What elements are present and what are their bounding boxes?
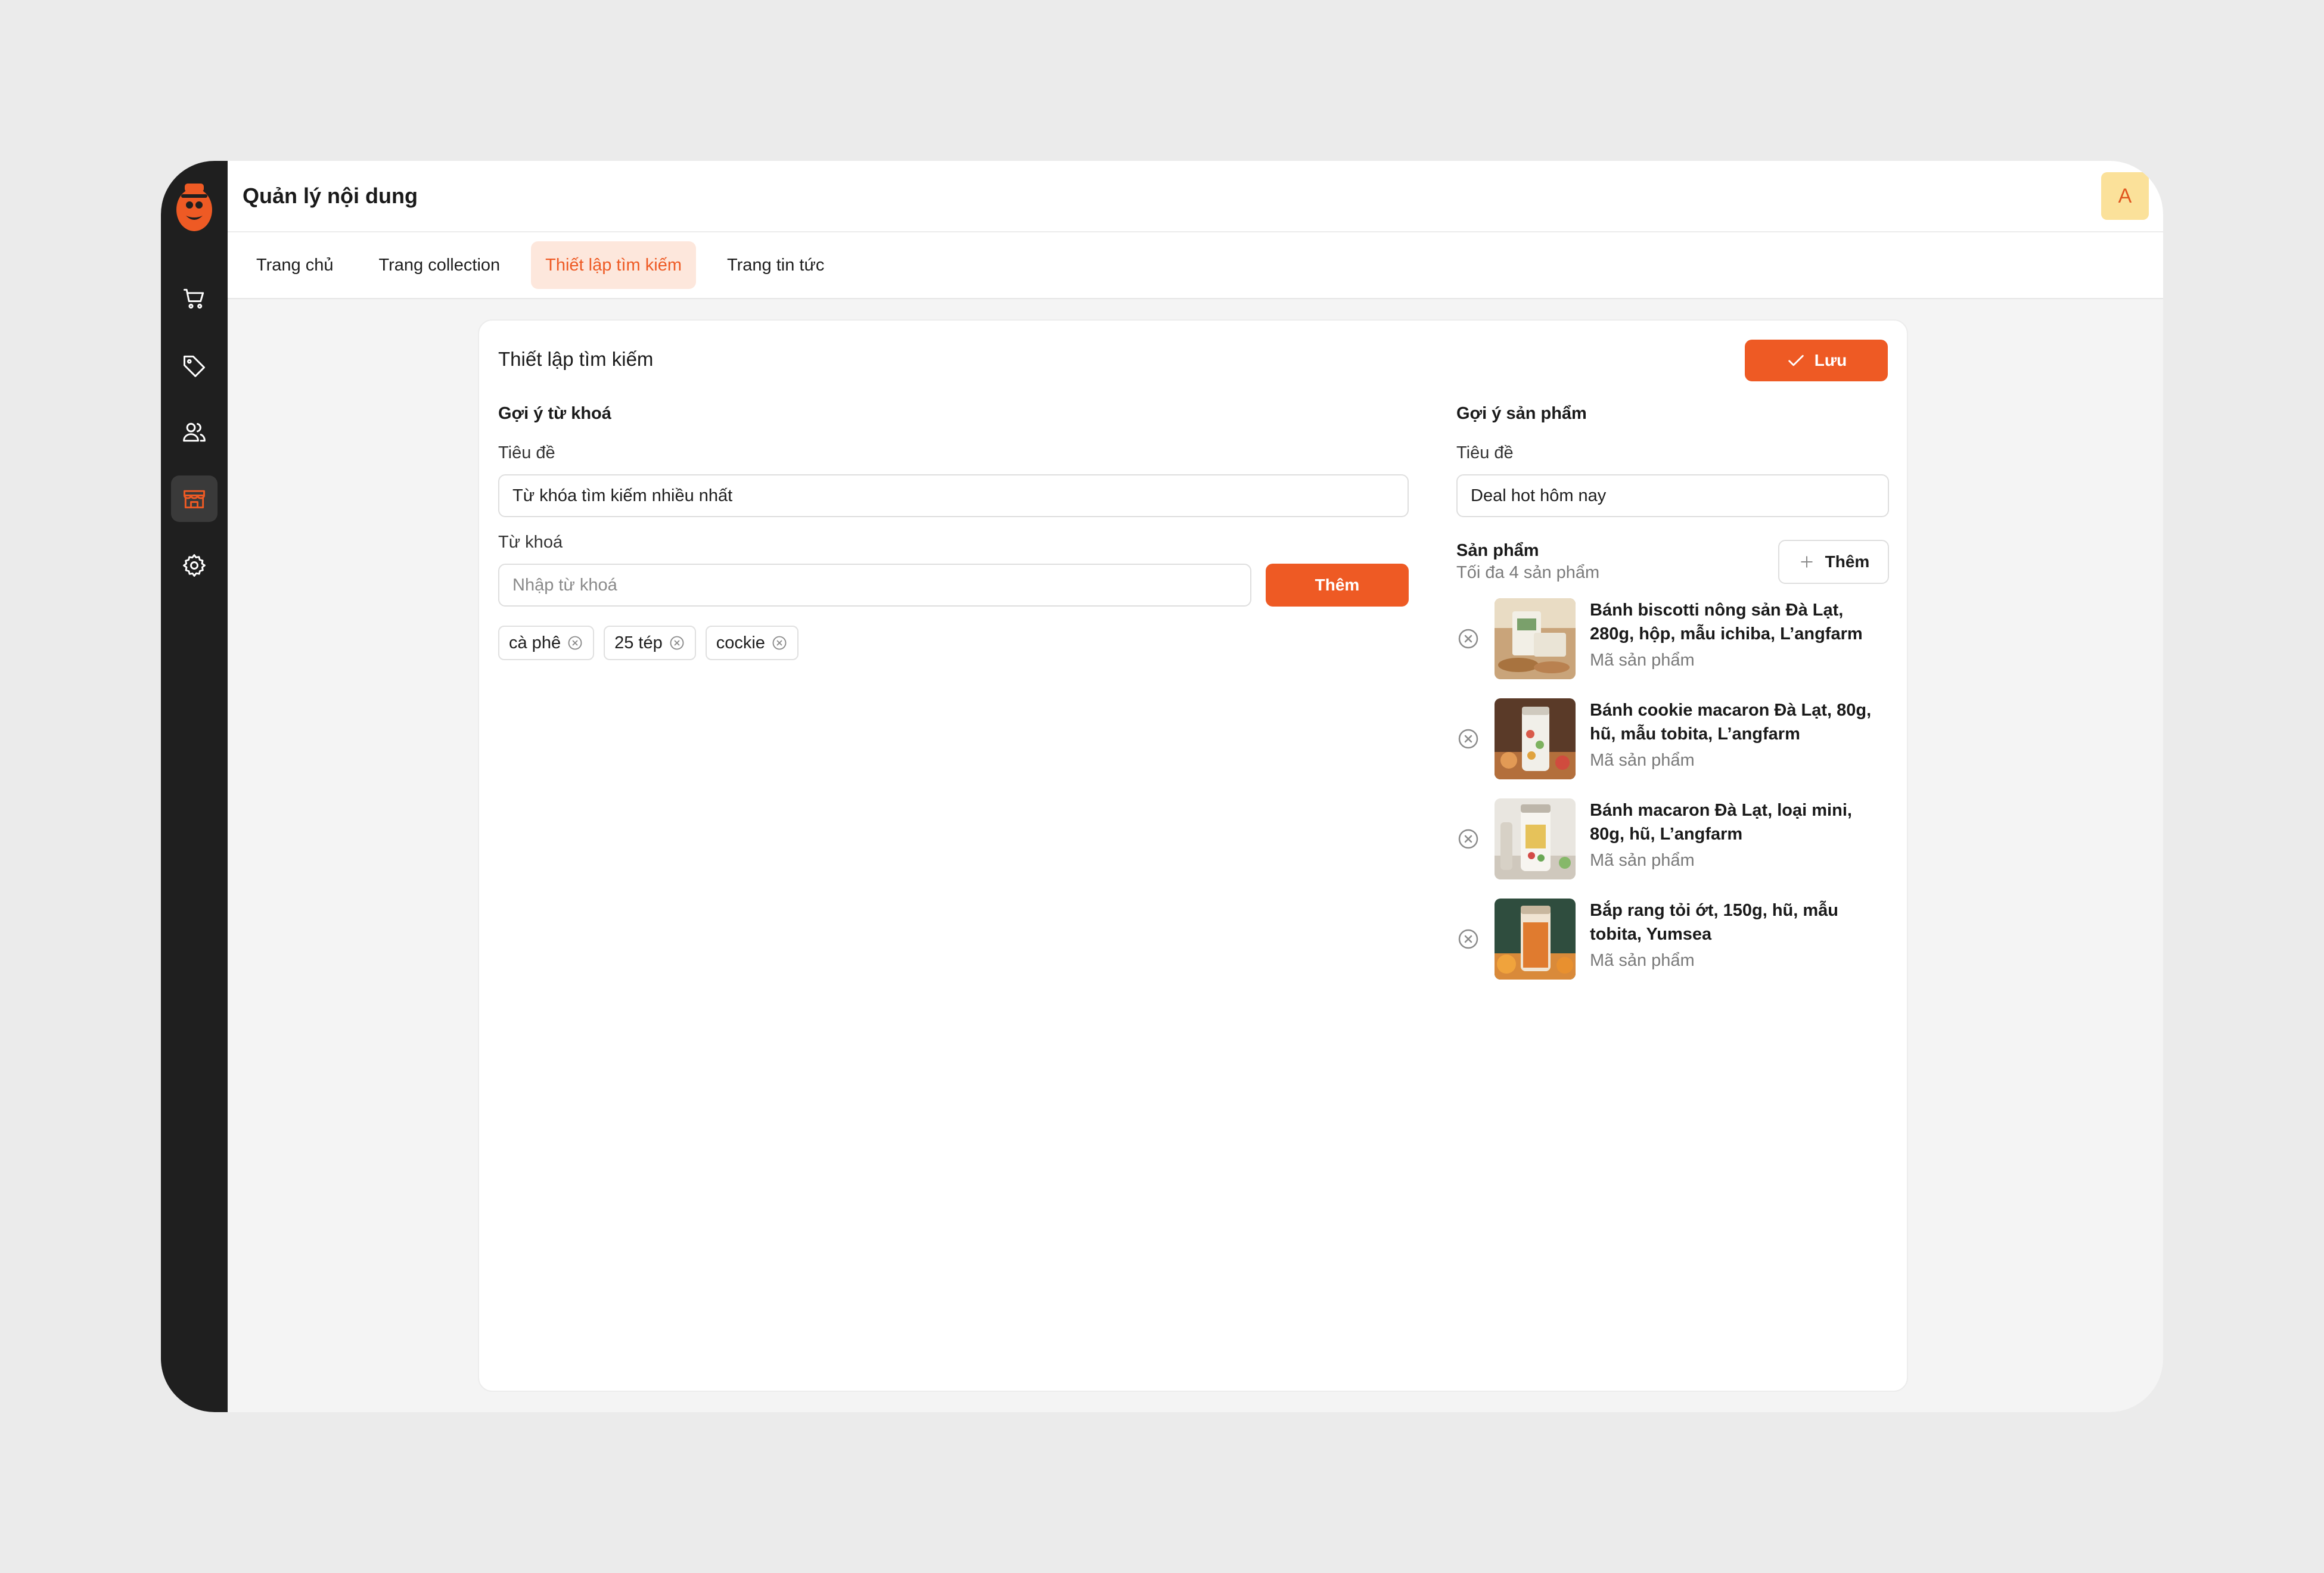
card-title: Thiết lập tìm kiếm: [498, 348, 654, 370]
keyword-heading-input[interactable]: [498, 474, 1409, 517]
keyword-tag: cockie: [705, 626, 799, 660]
tab-search-settings[interactable]: Thiết lập tìm kiếm: [531, 241, 696, 289]
keyword-tag-label: 25 tép: [614, 633, 663, 652]
products-hint: Tối đa 4 sản phẩm: [1456, 563, 1600, 582]
product-thumbnail: [1495, 598, 1576, 679]
check-icon: [1788, 355, 1804, 366]
keyword-heading-label: Tiêu đề: [498, 443, 555, 462]
close-circle-icon[interactable]: [567, 635, 583, 651]
product-item: Bánh macaron Đà Lạt, loại mini, 80g, hũ,…: [1456, 798, 1889, 899]
cart-icon: [184, 288, 204, 309]
product-thumbnail: [1495, 798, 1576, 879]
product-suggestion-section: Gợi ý sản phẩm Tiêu đề Sản phẩm Tối đa 4…: [1456, 404, 1889, 999]
product-info: Bắp rang tỏi ớt, 150g, hũ, mẫu tobita, Y…: [1590, 899, 1838, 971]
top-bar: Quản lý nội dung A: [228, 161, 2163, 232]
product-thumbnail: [1495, 899, 1576, 980]
product-code: Mã sản phẩm: [1590, 651, 1695, 670]
product-name-line: tobita, Yumsea: [1590, 925, 1712, 944]
search-settings-card: Thiết lập tìm kiếm Lưu Gợi ý từ khoá Tiê…: [478, 319, 1908, 1392]
add-product-button[interactable]: Thêm: [1778, 540, 1889, 584]
product-heading-input[interactable]: [1456, 474, 1889, 517]
close-circle-icon[interactable]: [669, 635, 685, 651]
avatar[interactable]: A: [2101, 172, 2149, 220]
product-code: Mã sản phẩm: [1590, 751, 1695, 770]
sidebar: [161, 161, 228, 1412]
keyword-entry-row: Thêm: [498, 564, 1409, 607]
product-list: Bánh biscotti nông sản Đà Lạt, 280g, hộp…: [1456, 598, 1889, 999]
remove-circle-icon[interactable]: [1456, 627, 1480, 651]
users-icon: [183, 422, 206, 442]
products-header: Sản phẩm Tối đa 4 sản phẩm Thêm: [1456, 540, 1889, 584]
keyword-tag-label: cà phê: [509, 633, 561, 652]
remove-circle-icon[interactable]: [1456, 827, 1480, 851]
product-item: Bánh biscotti nông sản Đà Lạt, 280g, hộp…: [1456, 598, 1889, 698]
remove-circle-icon[interactable]: [1456, 727, 1480, 751]
sidebar-item-orders[interactable]: [171, 275, 218, 322]
store-icon: [184, 490, 205, 509]
product-code: Mã sản phẩm: [1590, 951, 1695, 970]
gear-icon: [183, 554, 206, 577]
main-area: Quản lý nội dung A Trang chủ Trang colle…: [228, 161, 2163, 1412]
product-info: Bánh cookie macaron Đà Lạt, 80g, hũ, mẫu…: [1590, 698, 1871, 770]
save-button-label: Lưu: [1814, 351, 1847, 369]
product-name-line: hũ, mẫu tobita, L’angfarm: [1590, 725, 1800, 744]
products-label: Sản phẩm: [1456, 541, 1539, 560]
product-heading-label: Tiêu đề: [1456, 443, 1514, 462]
app-window: Quản lý nội dung A Trang chủ Trang colle…: [161, 161, 2163, 1412]
product-info: Bánh biscotti nông sản Đà Lạt, 280g, hộp…: [1590, 598, 1863, 670]
close-circle-icon[interactable]: [771, 635, 788, 651]
product-item: Bắp rang tỏi ớt, 150g, hũ, mẫu tobita, Y…: [1456, 899, 1889, 999]
product-name-line: 80g, hũ, L’angfarm: [1590, 825, 1743, 844]
brand-logo[interactable]: [174, 180, 215, 234]
tab-bar: Trang chủ Trang collection Thiết lập tìm…: [228, 232, 2163, 299]
keyword-tag-label: cockie: [716, 633, 765, 652]
tab-news[interactable]: Trang tin tức: [713, 241, 838, 289]
add-keyword-button[interactable]: Thêm: [1266, 564, 1409, 607]
sidebar-item-customers[interactable]: [171, 409, 218, 455]
sidebar-item-products[interactable]: [171, 342, 218, 388]
sidebar-item-settings[interactable]: [171, 542, 218, 589]
product-item: Bánh cookie macaron Đà Lạt, 80g, hũ, mẫu…: [1456, 698, 1889, 798]
tab-collection[interactable]: Trang collection: [365, 241, 515, 289]
product-name-line: Bánh cookie macaron Đà Lạt, 80g,: [1590, 701, 1872, 720]
keyword-suggestion-section: Gợi ý từ khoá Tiêu đề Từ khoá Thêm cà ph…: [498, 404, 1409, 660]
keyword-label: Từ khoá: [498, 533, 563, 552]
tag-icon: [184, 355, 205, 377]
product-name-line: Bánh macaron Đà Lạt, loại mini,: [1590, 801, 1852, 820]
product-name-line: 280g, hộp, mẫu ichiba, L’angfarm: [1590, 624, 1863, 644]
product-thumbnail: [1495, 698, 1576, 779]
product-code: Mã sản phẩm: [1590, 851, 1695, 870]
keyword-tags: cà phê 25 tép cockie: [498, 626, 1409, 660]
product-info: Bánh macaron Đà Lạt, loại mini, 80g, hũ,…: [1590, 798, 1852, 871]
save-button[interactable]: Lưu: [1745, 340, 1888, 381]
plus-icon: [1800, 556, 1813, 568]
tab-home[interactable]: Trang chủ: [242, 241, 348, 289]
sidebar-item-content[interactable]: [171, 475, 218, 522]
remove-circle-icon[interactable]: [1456, 927, 1480, 951]
product-name-line: Bánh biscotti nông sản Đà Lạt,: [1590, 601, 1844, 620]
keyword-input[interactable]: [498, 564, 1251, 607]
keyword-tag: 25 tép: [604, 626, 696, 660]
page-title: Quản lý nội dung: [243, 184, 418, 208]
product-name-line: Bắp rang tỏi ớt, 150g, hũ, mẫu: [1590, 901, 1839, 920]
keyword-section-title: Gợi ý từ khoá: [498, 404, 611, 423]
product-section-title: Gợi ý sản phẩm: [1456, 404, 1587, 423]
add-product-label: Thêm: [1825, 552, 1870, 571]
keyword-tag: cà phê: [498, 626, 595, 660]
